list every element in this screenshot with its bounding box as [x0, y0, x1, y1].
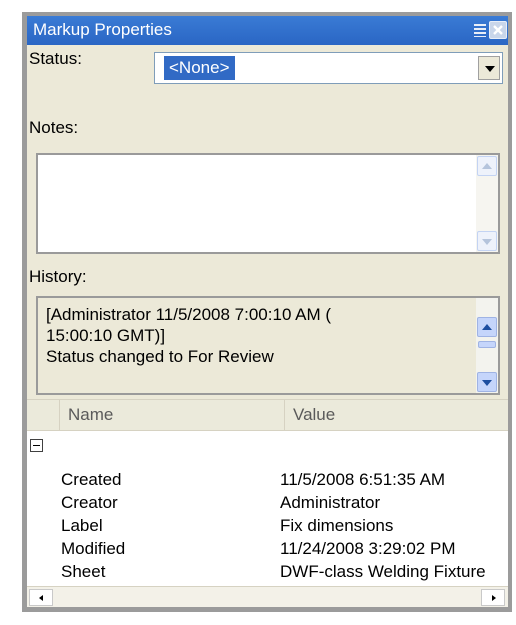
scroll-up-icon[interactable] [477, 156, 497, 176]
property-grid: Created 11/5/2008 6:51:35 AM Creator Adm… [27, 431, 508, 586]
scroll-thumb[interactable] [478, 341, 496, 348]
property-value: Administrator [280, 493, 381, 512]
property-name: Modified [61, 539, 126, 558]
property-row[interactable]: Created 11/5/2008 6:51:35 AM [27, 469, 508, 491]
scroll-left-icon[interactable] [29, 589, 53, 606]
notes-label: Notes: [29, 118, 79, 137]
scroll-down-icon[interactable] [477, 372, 497, 392]
screenshot-frame: Markup Properties Status: <None> Notes: [0, 0, 516, 625]
property-value: 11/24/2008 3:29:02 PM [280, 539, 456, 558]
history-box[interactable]: [Administrator 11/5/2008 7:00:10 AM ( 15… [36, 296, 500, 395]
property-value: DWF-class Welding Fixture [280, 562, 486, 581]
property-name: Sheet [61, 562, 106, 581]
property-row[interactable]: Modified 11/24/2008 3:29:02 PM [27, 538, 508, 560]
column-header-value[interactable]: Value [284, 400, 508, 430]
scroll-down-icon[interactable] [477, 231, 497, 251]
history-text: [Administrator 11/5/2008 7:00:10 AM ( 15… [46, 304, 466, 367]
property-name: Created [61, 470, 122, 489]
scroll-right-icon[interactable] [481, 589, 505, 606]
collapse-minus-icon[interactable] [30, 439, 43, 452]
scroll-up-icon[interactable] [477, 317, 497, 337]
history-line-2: 15:00:10 GMT)] [46, 326, 166, 345]
list-menu-icon[interactable] [472, 22, 488, 38]
property-value: 11/5/2008 6:51:35 AM [280, 470, 446, 489]
column-header-name[interactable]: Name [59, 400, 284, 430]
status-selected-value: <None> [164, 56, 235, 80]
property-row[interactable]: Creator Administrator [27, 492, 508, 514]
property-row[interactable]: Sheet DWF-class Welding Fixture [27, 561, 508, 583]
property-name: Creator [61, 493, 118, 512]
notes-scrollbar[interactable] [476, 155, 498, 252]
dropdown-arrow-icon[interactable] [478, 56, 500, 80]
property-value: Fix dimensions [280, 516, 394, 535]
close-button[interactable] [489, 21, 507, 39]
panel-title: Markup Properties [33, 20, 172, 39]
panel-titlebar[interactable]: Markup Properties [27, 16, 508, 45]
history-scrollbar[interactable] [476, 298, 498, 393]
status-dropdown[interactable]: <None> [154, 52, 503, 84]
history-line-1: [Administrator 11/5/2008 7:00:10 AM ( [46, 305, 332, 324]
markup-properties-panel: Markup Properties Status: <None> Notes: [27, 16, 508, 607]
close-icon [493, 25, 503, 35]
property-row[interactable]: Label Fix dimensions [27, 515, 508, 537]
history-line-3: Status changed to For Review [46, 347, 274, 366]
status-label: Status: [29, 49, 82, 68]
property-grid-header: Name Value [27, 399, 508, 431]
notes-textarea[interactable] [36, 153, 500, 254]
history-label: History: [29, 267, 87, 286]
property-name: Label [61, 516, 103, 535]
horizontal-scrollbar[interactable] [27, 586, 508, 607]
